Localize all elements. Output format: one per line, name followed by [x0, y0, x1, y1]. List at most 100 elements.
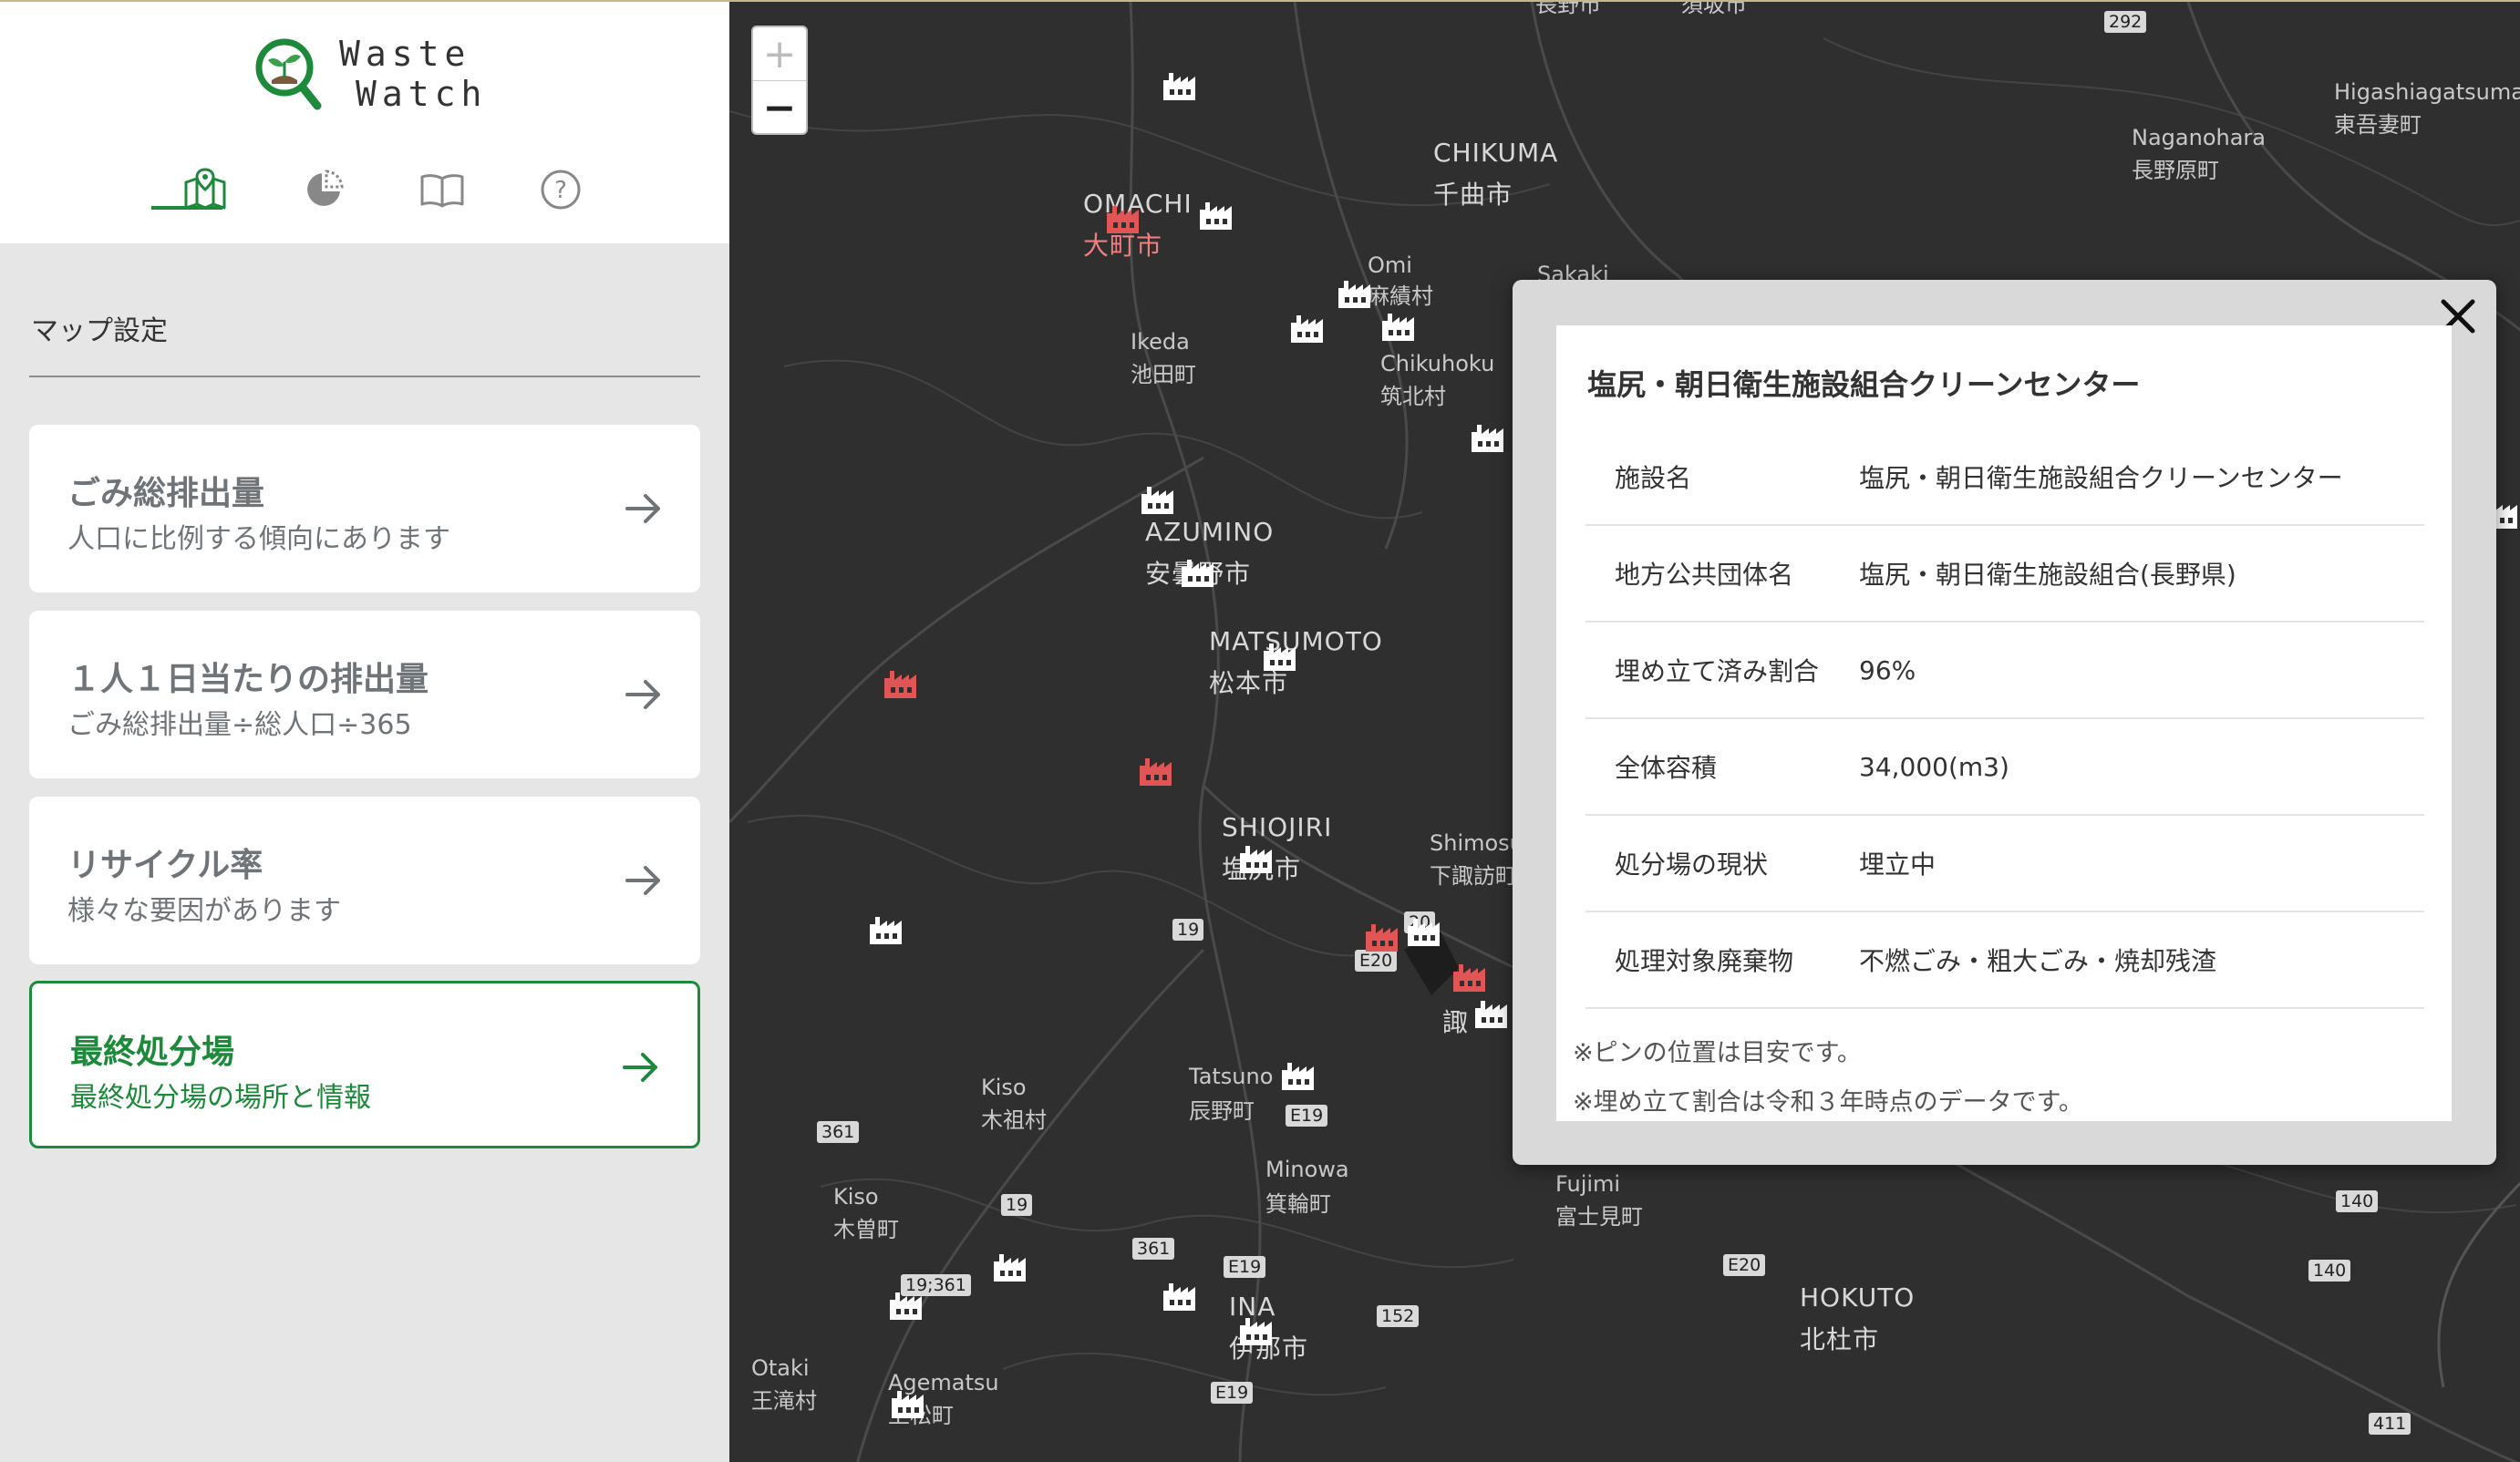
popup-title: 塩尻・朝日衛生施設組合クリーンセンター: [1587, 367, 2141, 402]
zoom-out-button[interactable]: −: [753, 81, 806, 135]
divider: [29, 376, 700, 377]
factory-pin-icon[interactable]: [888, 1289, 926, 1322]
factory-pin-icon[interactable]: [1180, 556, 1218, 589]
road-shield: E19: [1286, 1105, 1328, 1127]
factory-pin-icon[interactable]: [1470, 421, 1508, 454]
road-shield: 292: [2104, 11, 2147, 33]
factory-pin-alert-icon[interactable]: [883, 667, 921, 700]
row-value: 埋立中: [1859, 849, 1936, 880]
label-chikuhoku-en: Chikuhoku: [1380, 351, 1495, 376]
factory-pin-icon[interactable]: [1262, 640, 1300, 673]
road-shield: 140: [2308, 1260, 2351, 1282]
tab-chart[interactable]: [264, 162, 383, 232]
road-shield: E20: [1723, 1254, 1766, 1276]
label-ikeda-en: Ikeda: [1131, 329, 1190, 355]
card-title: １人１日当たりの排出量: [67, 661, 429, 698]
help-circle-icon: ?: [541, 170, 581, 210]
arrow-right-icon: [625, 494, 660, 523]
svg-text:?: ?: [554, 177, 567, 204]
label-omi-en: Omi: [1368, 252, 1412, 278]
factory-pin-alert-icon[interactable]: [1138, 755, 1176, 788]
factory-pin-icon[interactable]: [992, 1251, 1030, 1283]
factory-pin-icon[interactable]: [1238, 1314, 1276, 1347]
factory-pin-icon[interactable]: [1337, 277, 1375, 310]
factory-pin-icon[interactable]: [1198, 199, 1236, 232]
factory-pin-alert-icon[interactable]: [1451, 961, 1490, 994]
facility-popup: 塩尻・朝日衛生施設組合クリーンセンター 施設名 塩尻・朝日衛生施設組合クリーンセ…: [1513, 280, 2496, 1165]
book-icon: [420, 174, 464, 208]
road-shield: 19: [1172, 919, 1204, 941]
road-shield: 361: [1132, 1238, 1175, 1260]
factory-pin-icon[interactable]: [1162, 69, 1200, 102]
tab-help[interactable]: ?: [501, 162, 620, 232]
label-kiso2-ja: 木曽町: [833, 1217, 899, 1242]
sidebar: Waste Watch ? マップ設定 ごみ総排出量 人口に比例する傾向にありま…: [0, 0, 729, 1462]
row-key: 施設名: [1615, 463, 1692, 493]
road-shield: 19: [1001, 1194, 1033, 1216]
factory-pin-alert-icon[interactable]: [1105, 202, 1143, 235]
label-fujimi-en: Fujimi: [1555, 1171, 1621, 1197]
label-otaki-en: Otaki: [751, 1355, 810, 1381]
label-kiso1-en: Kiso: [981, 1075, 1027, 1100]
label-suzaka: 須坂市: [1681, 0, 1747, 17]
card-recycle-rate[interactable]: リサイクル率 様々な要因があります: [29, 797, 700, 964]
label-shiojiri-en: SHIOJIRI: [1222, 812, 1333, 842]
row-key: 処分場の現状: [1615, 849, 1769, 880]
map-icon: [184, 168, 226, 210]
label-nagano: 長野市: [1535, 0, 1601, 17]
table-row: 地方公共団体名 塩尻・朝日衛生施設組合(長野県): [1585, 526, 2424, 623]
logo[interactable]: Waste Watch: [252, 33, 487, 115]
factory-pin-icon[interactable]: [1238, 842, 1276, 875]
table-row: 施設名 塩尻・朝日衛生施設組合クリーンセンター: [1585, 429, 2424, 526]
card-subtitle: ごみ総排出量÷総人口÷365: [67, 709, 412, 741]
zoom-in-button[interactable]: +: [753, 27, 806, 81]
popup-content: 塩尻・朝日衛生施設組合クリーンセンター 施設名 塩尻・朝日衛生施設組合クリーンセ…: [1556, 325, 2452, 1121]
label-chikuhoku-ja: 筑北村: [1380, 384, 1446, 409]
factory-pin-icon[interactable]: [1162, 1280, 1200, 1313]
tab-guide[interactable]: [383, 162, 501, 232]
label-kiso1-ja: 木祖村: [981, 1107, 1047, 1133]
table-row: 全体容積 34,000(m3): [1585, 719, 2424, 816]
card-title: ごみ総排出量: [67, 475, 265, 512]
arrow-right-icon: [625, 680, 660, 709]
table-row: 処理対象廃棄物 不燃ごみ・粗大ごみ・焼却残渣: [1585, 912, 2424, 1009]
pie-chart-icon: [307, 170, 344, 206]
label-minowa-en: Minowa: [1265, 1157, 1349, 1182]
label-omi-ja: 麻績村: [1368, 283, 1433, 309]
row-value: 塩尻・朝日衛生施設組合クリーンセンター: [1859, 463, 2343, 493]
row-key: 処理対象廃棄物: [1615, 946, 1794, 976]
label-higashiagatsuma-ja: 東吾妻町: [2334, 112, 2422, 138]
card-landfill[interactable]: 最終処分場 最終処分場の場所と情報: [29, 981, 700, 1148]
card-title: リサイクル率: [67, 847, 263, 884]
factory-pin-icon[interactable]: [1289, 312, 1327, 345]
row-key: 地方公共団体名: [1615, 560, 1794, 590]
label-shimosuwa-en: Shimosu: [1430, 830, 1523, 856]
label-higashiagatsuma-en: Higashiagatsuma: [2334, 79, 2520, 105]
label-chikuma-ja: 千曲市: [1433, 180, 1513, 210]
factory-pin-icon[interactable]: [1280, 1059, 1318, 1092]
road-shield: 152: [1377, 1305, 1420, 1327]
factory-pin-icon[interactable]: [868, 913, 906, 946]
popup-note: ※ピンの位置は目安です。: [1573, 1039, 1862, 1067]
row-key: 埋め立て済み割合: [1615, 656, 1820, 686]
factory-pin-icon[interactable]: [1406, 915, 1444, 948]
factory-pin-icon[interactable]: [1473, 997, 1512, 1030]
tab-map[interactable]: [146, 162, 264, 232]
arrow-right-icon: [623, 1053, 657, 1082]
card-subtitle: 様々な要因があります: [67, 895, 341, 927]
card-total-waste[interactable]: ごみ総排出量 人口に比例する傾向にあります: [29, 425, 700, 592]
card-per-capita[interactable]: １人１日当たりの排出量 ごみ総排出量÷総人口÷365: [29, 611, 700, 778]
label-fujimi-ja: 富士見町: [1555, 1204, 1643, 1230]
factory-pin-icon[interactable]: [1380, 310, 1419, 343]
factory-pin-alert-icon[interactable]: [1364, 921, 1402, 953]
card-subtitle: 最終処分場の場所と情報: [70, 1082, 371, 1114]
logo-line-1: Waste: [339, 34, 471, 74]
label-tatsuno-en: Tatsuno: [1189, 1064, 1274, 1089]
section-title: マップ設定: [31, 315, 168, 347]
factory-pin-icon[interactable]: [1140, 483, 1178, 516]
factory-pin-icon[interactable]: [890, 1387, 928, 1420]
sidebar-header: Waste Watch ?: [0, 2, 729, 243]
label-naganohara-en: Naganohara: [2132, 125, 2266, 150]
road-shield: 411: [2369, 1413, 2412, 1435]
label-omachi-ja: 大町市: [1083, 231, 1163, 261]
